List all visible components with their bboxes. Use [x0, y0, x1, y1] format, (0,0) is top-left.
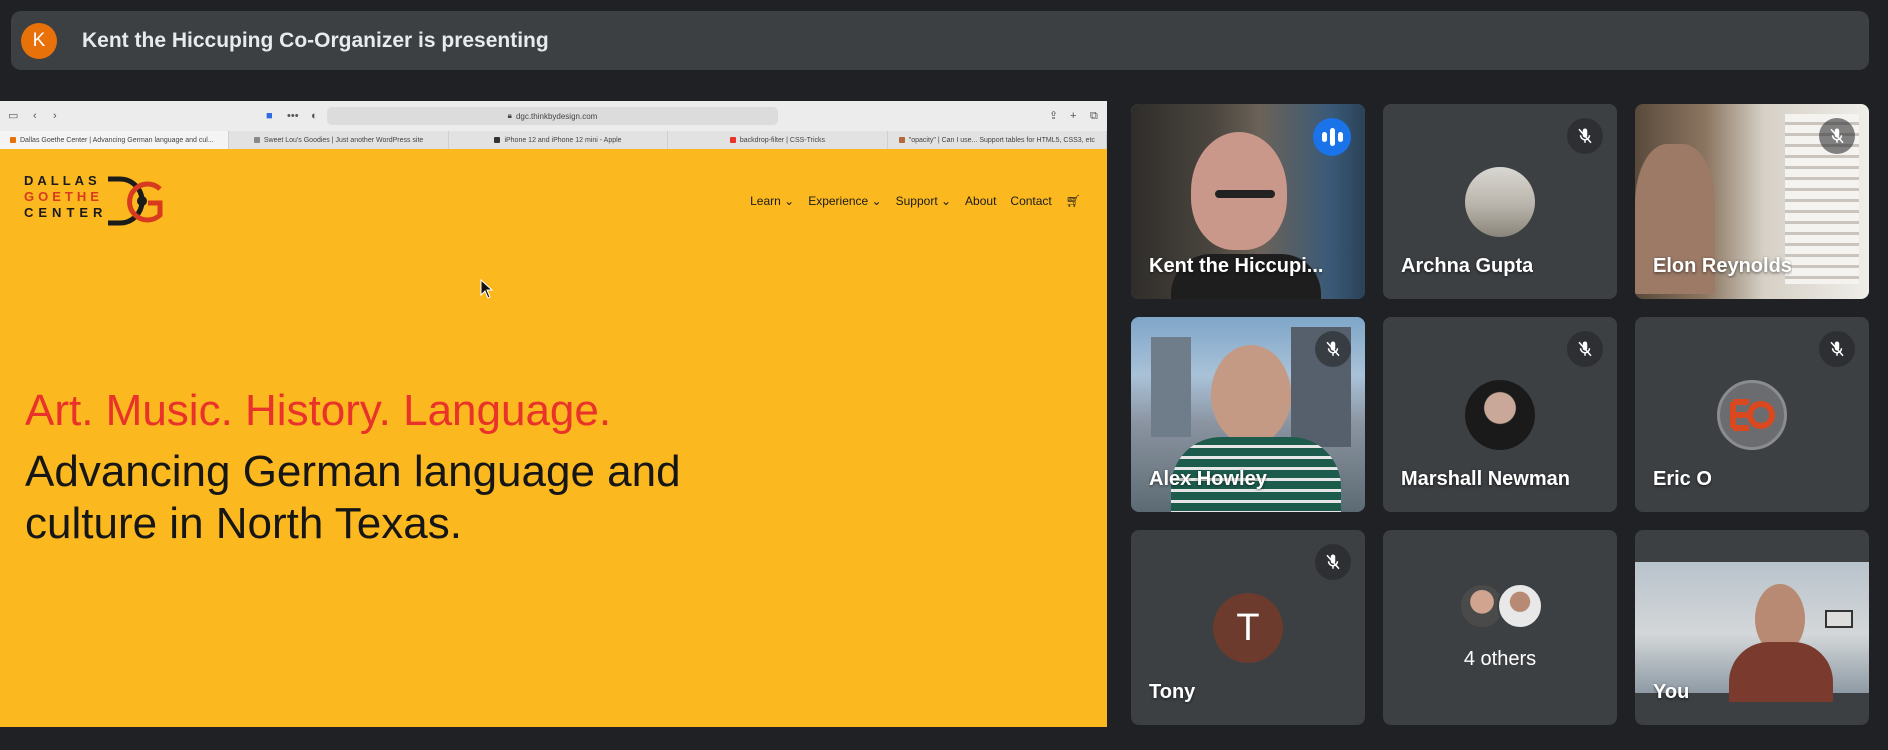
nav-contact[interactable]: Contact	[1010, 194, 1051, 208]
mic-off-icon	[1567, 331, 1603, 367]
mic-off-icon	[1819, 118, 1855, 154]
mic-off-icon	[1819, 331, 1855, 367]
lock-icon: 🔒︎	[507, 111, 512, 120]
self-video	[1635, 562, 1869, 702]
participant-name: Elon Reynolds	[1653, 255, 1792, 277]
hero-heading: Advancing German language and culture in…	[25, 447, 681, 548]
presenter-banner-text: Kent the Hiccuping Co-Organizer is prese…	[82, 28, 549, 52]
participant-tile[interactable]: T Tony	[1131, 530, 1365, 725]
sidebar-icon: ▭	[8, 110, 19, 122]
cart-icon[interactable]: 🛒︎	[1066, 194, 1081, 208]
browser-tab: backdrop-filter | CSS-Tricks	[668, 131, 888, 149]
share-icon: ⇪	[1049, 110, 1059, 122]
hero-tagline: Art. Music. History. Language.	[25, 386, 612, 435]
logo-line-2: GOETHE	[24, 189, 103, 204]
participant-name: You	[1653, 681, 1690, 703]
others-count: 4 others	[1463, 648, 1537, 670]
participant-name: Marshall Newman	[1401, 468, 1570, 490]
nav-about[interactable]: About	[965, 194, 996, 208]
eo-logo-icon	[1730, 399, 1775, 431]
avatar-letter: T	[1236, 606, 1260, 649]
extension-icon: ■	[266, 110, 273, 122]
participant-tile[interactable]: Marshall Newman	[1383, 317, 1617, 512]
browser-tab: "opacity" | Can I use... Support tables …	[887, 131, 1107, 149]
participant-tile[interactable]: Elon Reynolds	[1635, 104, 1869, 299]
forward-icon: ›	[53, 110, 57, 122]
participant-name: Eric O	[1653, 468, 1712, 490]
new-tab-icon: +	[1070, 110, 1077, 122]
participant-avatar	[1465, 380, 1535, 450]
participant-tile[interactable]: Eric O	[1635, 317, 1869, 512]
mic-off-icon	[1315, 544, 1351, 580]
dgc-mark-icon	[108, 176, 163, 226]
participant-avatar	[1717, 380, 1787, 450]
more-extensions-icon: •••	[287, 110, 299, 122]
participant-avatar	[1465, 167, 1535, 237]
nav-experience[interactable]: Experience ⌄	[808, 194, 881, 208]
logo-line-3: CENTER	[24, 205, 108, 220]
participant-tile[interactable]: Alex Howley	[1131, 317, 1365, 512]
participant-name: Tony	[1149, 681, 1196, 703]
presenter-banner: K Kent the Hiccuping Co-Organizer is pre…	[11, 11, 1869, 70]
presenter-avatar: K	[21, 22, 57, 59]
shield-icon: ◐	[311, 110, 318, 122]
logo-line-1: DALLAS	[24, 173, 101, 188]
mic-off-icon	[1567, 118, 1603, 154]
others-tile[interactable]: 4 others	[1383, 530, 1617, 725]
browser-tab: Dallas Goethe Center | Advancing German …	[0, 131, 230, 149]
participant-tile[interactable]: Kent the Hiccupi...	[1131, 104, 1365, 299]
nav-learn[interactable]: Learn ⌄	[750, 194, 794, 208]
participant-tile[interactable]: Archna Gupta	[1383, 104, 1617, 299]
site-logo: DALLAS GOETHE CENTER	[24, 173, 163, 226]
self-tile[interactable]: You	[1635, 530, 1869, 725]
participant-avatar: T	[1213, 593, 1283, 663]
nav-support[interactable]: Support ⌄	[896, 194, 951, 208]
mic-off-icon	[1315, 331, 1351, 367]
browser-chrome: ▭ ‹ › ■ ••• ◐ 🔒︎ dgc.thinkbydesign.com ⇪…	[0, 101, 1107, 149]
mouse-cursor-icon	[480, 279, 494, 299]
participant-name: Kent the Hiccupi...	[1149, 255, 1324, 277]
audio-bars-icon	[1313, 118, 1351, 156]
participant-avatar	[1497, 583, 1543, 629]
back-icon: ‹	[33, 110, 37, 122]
participant-name: Archna Gupta	[1401, 255, 1534, 277]
address-bar: 🔒︎ dgc.thinkbydesign.com	[327, 107, 778, 125]
participant-name: Alex Howley	[1149, 468, 1267, 490]
browser-tab: Sweet Lou's Goodies | Just another WordP…	[229, 131, 449, 149]
address-url: dgc.thinkbydesign.com	[515, 111, 598, 121]
shared-screen[interactable]: ▭ ‹ › ■ ••• ◐ 🔒︎ dgc.thinkbydesign.com ⇪…	[0, 101, 1107, 727]
browser-tab: iPhone 12 and iPhone 12 mini - Apple	[448, 131, 669, 149]
site-nav: Learn ⌄ Experience ⌄ Support ⌄ About Con…	[750, 194, 1081, 208]
tab-overview-icon: ⧉	[1090, 110, 1098, 122]
